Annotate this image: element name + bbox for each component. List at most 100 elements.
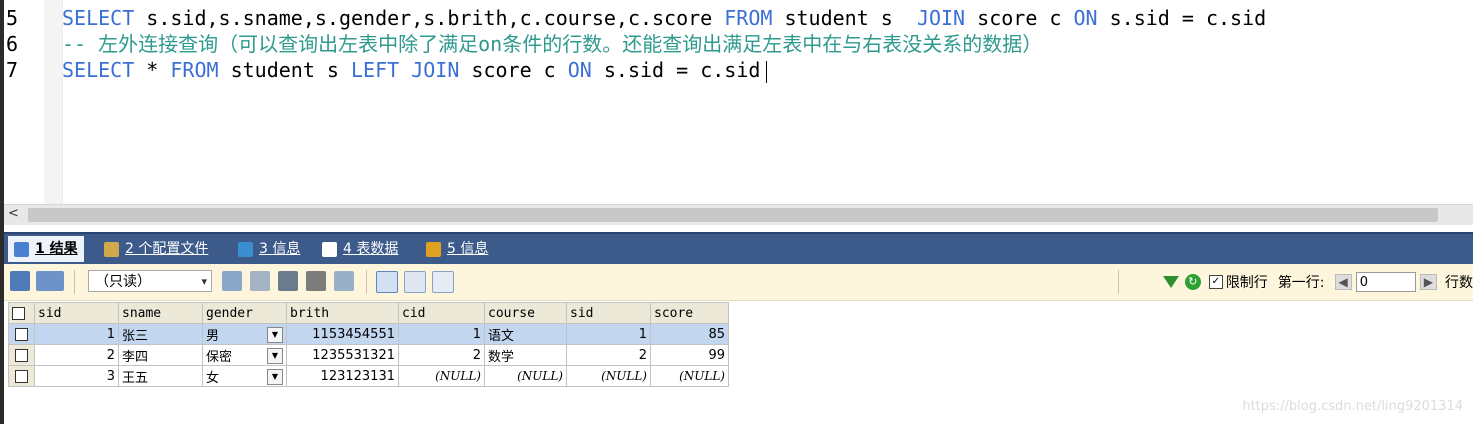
column-header-sid[interactable]: sid — [34, 302, 119, 324]
cell-course[interactable]: (NULL) — [484, 365, 567, 387]
row-checkbox[interactable] — [8, 323, 35, 345]
column-header-cid[interactable]: cid — [398, 302, 485, 324]
form-view-icon[interactable] — [404, 271, 426, 293]
save-icon[interactable] — [278, 271, 298, 291]
export-icon[interactable] — [10, 271, 30, 291]
result-toolbar: （只读） ▾ ↻ ✓ 限制行 第一行: ◀ 0 ▶ 行数 — [4, 264, 1473, 301]
cell-gender[interactable]: 男 ▼ — [202, 323, 287, 345]
grid-view-icon[interactable] — [376, 271, 398, 293]
text-cursor — [766, 60, 768, 83]
sql-keyword: FROM — [170, 58, 219, 82]
sql-text: s.sid,s.sname,s.gender,s.brith,c.course,… — [146, 6, 725, 30]
cell-value: (NULL) — [679, 368, 725, 383]
cell-value: 保密 — [206, 349, 233, 365]
column-header-sid[interactable]: sid — [566, 302, 651, 324]
delete-icon[interactable] — [306, 271, 326, 291]
text-view-icon[interactable] — [432, 271, 454, 293]
prev-page-icon[interactable]: ◀ — [1334, 274, 1352, 290]
cell-value: 男 — [206, 328, 220, 344]
column-header-brith[interactable]: brith — [286, 302, 399, 324]
table-row[interactable]: 3 王五女 ▼ 123123131 (NULL) (NULL) (NULL) (NULL) — [8, 365, 729, 387]
cell-gender[interactable]: 保密 ▼ — [202, 344, 287, 366]
scroll-left-icon[interactable]: < — [8, 206, 19, 221]
cell-score[interactable]: 85 — [650, 323, 729, 345]
cell-sname[interactable]: 张三 — [118, 323, 203, 345]
dropdown-icon[interactable]: ▼ — [267, 368, 283, 385]
cell-value: 2 — [472, 347, 481, 363]
cell-value: 99 — [708, 347, 725, 363]
sql-text: * — [134, 58, 171, 82]
dropdown-icon[interactable]: ▼ — [267, 326, 283, 343]
cell-sid[interactable]: 2 — [34, 344, 119, 366]
readonly-select-value: （只读） — [95, 274, 151, 290]
sql-editor[interactable]: 5 SELECT s.sid,s.sname,s.gender,s.brith,c… — [4, 0, 1473, 204]
cell-cid[interactable]: 1 — [398, 323, 485, 345]
cell-score[interactable]: 99 — [650, 344, 729, 366]
editor-horizontal-scrollbar[interactable]: < — [4, 204, 1473, 225]
row-checkbox[interactable] — [8, 344, 35, 366]
sql-keyword: FROM — [724, 6, 773, 30]
column-header-course[interactable]: course — [484, 302, 567, 324]
cell-sid[interactable]: 3 — [34, 365, 119, 387]
fold-margin — [44, 0, 63, 204]
cell-sid[interactable]: 1 — [566, 323, 651, 345]
tab-result[interactable]: 1 结果 — [8, 236, 84, 262]
cancel-icon[interactable] — [334, 271, 354, 291]
sql-text: score c — [965, 6, 1074, 30]
dropdown-icon[interactable]: ▼ — [267, 347, 283, 364]
cell-sname[interactable]: 王五 — [118, 365, 203, 387]
copy-icon[interactable] — [222, 271, 242, 291]
readonly-select[interactable]: （只读） ▾ — [88, 270, 212, 292]
limit-label: 限制行 — [1225, 275, 1268, 291]
cell-value: 1153454551 — [312, 326, 395, 342]
next-page-icon[interactable]: ▶ — [1419, 274, 1437, 290]
code-line[interactable]: -- 左外连接查询（可以查询出左表中除了满足on条件的行数。还能查询出满足左表中… — [62, 31, 1042, 57]
cell-value: 张三 — [122, 328, 149, 344]
column-header-gender[interactable]: gender — [202, 302, 287, 324]
sql-keyword: SELECT — [62, 6, 147, 30]
refresh-icon[interactable]: ↻ — [1184, 274, 1201, 290]
row-checkbox[interactable] — [8, 365, 35, 387]
cell-brith[interactable]: 1153454551 — [286, 323, 399, 345]
cell-course[interactable]: 语文 — [484, 323, 567, 345]
cell-sid[interactable]: 1 — [34, 323, 119, 345]
tab-table-data[interactable]: 4 表数据 — [316, 236, 404, 262]
duplicate-icon[interactable] — [250, 271, 270, 291]
table-row[interactable]: 2 李四 保密 ▼ 1235531321 2 数学 2 99 — [8, 344, 729, 366]
cell-brith[interactable]: 1235531321 — [286, 344, 399, 366]
scrollbar-thumb[interactable] — [28, 208, 1438, 222]
cell-value: 女 — [206, 370, 220, 386]
cell-value: 1 — [106, 326, 115, 342]
limit-checkbox[interactable]: ✓ — [1208, 275, 1223, 289]
cell-cid[interactable]: 2 — [398, 344, 485, 366]
result-tabs: 1 结果 2 个配置文件 3 信息 4 表数据 5 信息 — [4, 232, 1473, 264]
cell-course[interactable]: 数学 — [484, 344, 567, 366]
select-all-checkbox[interactable] — [8, 302, 35, 324]
cell-sid[interactable]: (NULL) — [566, 365, 651, 387]
tab-info2[interactable]: 5 信息 — [420, 236, 494, 262]
grid-menu-icon[interactable] — [36, 271, 64, 291]
cell-value: (NULL) — [517, 368, 563, 383]
table-row[interactable]: 1 张三男 ▼ 1153454551 1 语文 1 85 — [8, 323, 729, 345]
chevron-down-icon: ▾ — [201, 275, 207, 288]
tab-profile[interactable]: 2 个配置文件 — [98, 236, 214, 262]
filter-icon[interactable] — [1162, 276, 1179, 288]
code-line[interactable]: SELECT * FROM student s LEFT JOIN score … — [62, 57, 768, 83]
cell-value: 语文 — [488, 328, 515, 344]
column-header-sname[interactable]: sname — [118, 302, 203, 324]
cell-gender[interactable]: 女 ▼ — [202, 365, 287, 387]
sql-text: score c — [459, 58, 568, 82]
cell-cid[interactable]: (NULL) — [398, 365, 485, 387]
cell-brith[interactable]: 123123131 — [286, 365, 399, 387]
cell-sid[interactable]: 2 — [566, 344, 651, 366]
line-number: 5 — [6, 6, 19, 30]
first-row-input[interactable]: 0 — [1355, 272, 1416, 292]
cell-score[interactable]: (NULL) — [650, 365, 729, 387]
result-grid: sid sname gender brith cid course sid score 1 张三… — [8, 302, 729, 387]
cell-value: 123123131 — [320, 368, 395, 384]
info2-icon — [426, 241, 441, 257]
code-line[interactable]: SELECT s.sid,s.sname,s.gender,s.brith,c.… — [62, 5, 1266, 31]
cell-sname[interactable]: 李四 — [118, 344, 203, 366]
tab-info[interactable]: 3 信息 — [232, 236, 306, 262]
column-header-score[interactable]: score — [650, 302, 729, 324]
